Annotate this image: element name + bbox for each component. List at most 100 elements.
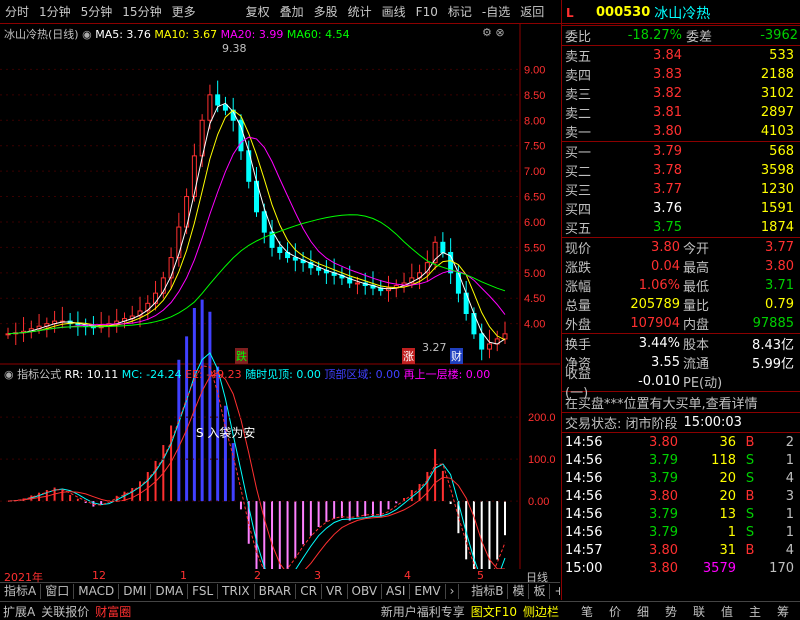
tb-12[interactable]: 标记	[443, 3, 477, 20]
ind-l2: 顶部区域: 0.00	[324, 368, 401, 381]
tab-scroll-right[interactable]: ›	[446, 584, 460, 599]
buy-row[interactable]: 买二 3.78 3598	[562, 161, 800, 180]
tab-0[interactable]: 指标A	[0, 584, 42, 599]
settings-icon[interactable]: ⚙	[482, 26, 492, 39]
sell-row[interactable]: 卖一 3.80 4103	[562, 122, 800, 141]
tab-9[interactable]: VR	[322, 584, 348, 599]
ma60-label: MA60: 4.54	[286, 28, 350, 41]
ma10-label: MA10: 3.67	[154, 28, 218, 41]
quote-tab[interactable]: 势	[657, 603, 685, 620]
info-value: 3.77	[765, 240, 794, 255]
tab-2[interactable]: MACD	[74, 584, 120, 599]
quote-tab[interactable]: 主	[741, 603, 769, 620]
tb-6[interactable]: 复权	[241, 3, 275, 20]
info2-label: 换手	[565, 338, 592, 353]
tab-4[interactable]: DMA	[151, 584, 189, 599]
status-r1[interactable]: 图文F10	[468, 603, 520, 620]
x-label-1: 12	[92, 569, 106, 582]
tab-5[interactable]: FSL	[188, 584, 219, 599]
tab-11[interactable]: ASI	[382, 584, 411, 599]
tb-10[interactable]: 画线	[377, 3, 411, 20]
status-r2[interactable]: 侧边栏	[520, 603, 562, 620]
marker-fall[interactable]: 跌	[235, 348, 248, 364]
tab-3[interactable]: DMI	[119, 584, 152, 599]
quote-tab[interactable]: 联	[685, 603, 713, 620]
wb-value: -18.27%	[627, 28, 682, 43]
notice-row[interactable]: 在买盘***位置有大买单,查看详情	[562, 392, 800, 413]
tab-b[interactable]: 指标B	[467, 584, 509, 599]
buy-row[interactable]: 买五 3.75 1874	[562, 218, 800, 237]
tb-13[interactable]: -自选	[477, 3, 515, 20]
osc-tick: 200.0	[528, 412, 556, 424]
tick-side: S	[745, 452, 755, 468]
tb-8[interactable]: 多股	[309, 3, 343, 20]
tab-6[interactable]: TRIX	[218, 584, 255, 599]
info-label: 涨幅	[565, 280, 592, 295]
tb-4[interactable]: 15分钟	[117, 3, 166, 20]
tb-9[interactable]: 统计	[343, 3, 377, 20]
price-tick: 5.00	[524, 268, 545, 280]
sell-row[interactable]: 卖二 3.81 2897	[562, 103, 800, 122]
tab-7[interactable]: BRAR	[255, 584, 297, 599]
dropdown-icon[interactable]: ◉	[82, 28, 92, 41]
ind-ee: EE: -49.23	[185, 368, 242, 381]
status-2[interactable]: 财富圈	[92, 603, 134, 620]
tick-time: 14:56	[565, 524, 603, 540]
sell-price: 3.81	[653, 105, 682, 120]
kline-chart[interactable]: 9.00 8.50 8.00 7.50 7.00 6.50 6.00 5.50 5.00 4.50…	[0, 24, 560, 569]
sell-price: 3.80	[653, 124, 682, 139]
tick-side: S	[745, 506, 755, 522]
quote-bottom-tabs: 笔价细势联值主筹	[570, 603, 800, 620]
quote-tab[interactable]: 价	[601, 603, 629, 620]
info-block: 现价 3.80 今开 3.77 涨跌 0.04 最高 3.80 涨幅 1.06% 最低 3.71 总量 2…	[562, 238, 800, 334]
tb-14[interactable]: 返回	[515, 3, 549, 20]
info2-label: 流通	[683, 357, 710, 372]
tab-10[interactable]: OBV	[348, 584, 383, 599]
tick-count: 4	[785, 542, 794, 558]
x-axis-right[interactable]: 日线	[526, 569, 548, 585]
status-bar: 扩展A 关联报价 财富圈 新用户福利专享 图文F10 侧边栏 笔价细势联值主筹	[0, 601, 800, 620]
marker-finance[interactable]: 财	[450, 348, 463, 364]
chart-area[interactable]: 9.00 8.50 8.00 7.50 7.00 6.50 6.00 5.50 5.00 4.50…	[0, 24, 560, 569]
tab-12[interactable]: EMV	[410, 584, 446, 599]
marker-rise[interactable]: 涨	[402, 348, 415, 364]
sell-level-label: 卖二	[565, 107, 592, 122]
tab-8[interactable]: CR	[296, 584, 322, 599]
sell-row[interactable]: 卖五 3.84 533	[562, 46, 800, 65]
plus-icon[interactable]: +	[550, 584, 560, 599]
status-0[interactable]: 扩展A	[0, 603, 38, 620]
sell-volume: 4103	[760, 124, 794, 139]
tick-time: 14:56	[565, 434, 603, 450]
stock-code: 000530	[596, 5, 651, 20]
buy-price: 3.75	[653, 220, 682, 235]
tb-5[interactable]: 更多	[167, 3, 201, 20]
candle-body	[479, 333, 485, 350]
x-label-5: 4	[404, 569, 411, 582]
tick-volume: 1	[727, 524, 736, 540]
buy-row[interactable]: 买四 3.76 1591	[562, 199, 800, 218]
tick-count: 1	[785, 524, 794, 540]
quote-tab[interactable]: 笔	[573, 603, 601, 620]
buy-row[interactable]: 买一 3.79 568	[562, 142, 800, 161]
status-r0[interactable]: 新用户福利专享	[378, 603, 468, 620]
stock-name: 冰山冷热	[654, 5, 711, 22]
tb-2[interactable]: 1分钟	[34, 3, 76, 20]
tb-7[interactable]: 叠加	[275, 3, 309, 20]
tab-ban[interactable]: 板	[529, 584, 551, 599]
dropdown-icon[interactable]: ◉	[4, 368, 14, 381]
sell-row[interactable]: 卖三 3.82 3102	[562, 84, 800, 103]
tb-1[interactable]: 分时	[0, 3, 34, 20]
tb-11[interactable]: F10	[411, 5, 443, 19]
tab-1[interactable]: 窗口	[41, 584, 75, 599]
tb-3[interactable]: 5分钟	[76, 3, 118, 20]
tab-mo[interactable]: 模	[508, 584, 530, 599]
quote-tab[interactable]: 细	[629, 603, 657, 620]
quote-tab[interactable]: 值	[713, 603, 741, 620]
buy-volume: 568	[769, 144, 794, 159]
buy-row[interactable]: 买三 3.77 1230	[562, 180, 800, 199]
close-icon[interactable]: ⊗	[495, 26, 504, 39]
sell-row[interactable]: 卖四 3.83 2188	[562, 65, 800, 84]
quote-tab[interactable]: 筹	[769, 603, 797, 620]
notice-text[interactable]: 在买盘***位置有大买单,查看详情	[562, 393, 758, 412]
status-1[interactable]: 关联报价	[38, 603, 92, 620]
